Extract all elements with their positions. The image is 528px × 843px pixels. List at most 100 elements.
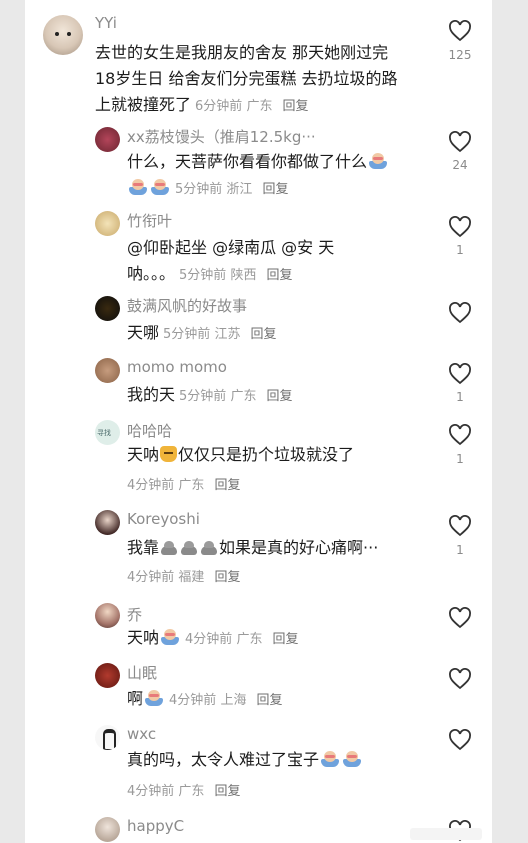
reply-button[interactable]: 回复 — [214, 478, 240, 493]
reply-item: 寻找 哈哈哈 天呐 仅仅只是扔个垃圾就没了 4分钟前 广东 回复 1 — [25, 415, 492, 505]
reply-button[interactable]: 回复 — [250, 327, 276, 342]
like-button[interactable] — [448, 363, 472, 385]
comment-text-part: 天呐 — [127, 445, 160, 464]
comment-meta: 5分钟前 浙江 回复 — [175, 182, 288, 197]
reply-item: 鼓满风帆的好故事 天哪 5分钟前 江苏 回复 — [25, 290, 492, 350]
comment-text-line-3: 上就被撞死了 — [95, 95, 192, 114]
reply-item: wxc 真的吗，太令人难过了宝子 4分钟前 广东 回复 — [25, 720, 492, 812]
location: 广东 — [230, 389, 257, 404]
avatar[interactable] — [43, 15, 83, 55]
heart-outline-icon — [449, 216, 471, 238]
location: 上海 — [220, 693, 247, 708]
avatar[interactable] — [95, 663, 120, 688]
reply-button[interactable]: 回复 — [262, 182, 288, 197]
comment-text-line: 天哪 — [127, 323, 160, 342]
comment-text-line: 什么，天菩萨你看看你都做了什么 — [127, 152, 368, 171]
heart-outline-icon — [449, 363, 471, 385]
username[interactable]: xx荔枝馒头（推肩12.5kg··· — [127, 126, 316, 147]
avatar[interactable] — [95, 211, 120, 236]
like-button[interactable] — [448, 424, 472, 446]
location: 广东 — [178, 784, 205, 799]
crying-face-emoji — [128, 179, 148, 195]
crying-face-emoji — [150, 179, 170, 195]
crying-face-emoji — [342, 751, 362, 767]
like-count: 1 — [456, 543, 464, 557]
comment-text-line: 去世的女生是我朋友的舍友 那天她刚过完 — [95, 43, 389, 62]
avatar[interactable] — [95, 510, 120, 535]
heart-outline-icon — [449, 515, 471, 537]
comment-text-line: 天呐 — [127, 628, 160, 647]
heart-outline-icon — [449, 607, 471, 629]
like-button[interactable] — [448, 216, 472, 238]
comment-item: YYi 去世的女生是我朋友的舍友 那天她刚过完 18岁生日 给舍友们分完蛋糕 去… — [25, 0, 492, 120]
like-button[interactable] — [448, 302, 472, 324]
username[interactable]: 哈哈哈 — [127, 420, 172, 441]
timestamp: 4分钟前 — [127, 478, 175, 493]
like-button[interactable] — [448, 607, 472, 629]
comment-meta: 6分钟前 广东 回复 — [195, 99, 308, 114]
avatar[interactable] — [95, 725, 120, 750]
timestamp: 5分钟前 — [179, 268, 227, 283]
timestamp: 4分钟前 — [127, 570, 175, 585]
comment-text-line: 真的吗，太令人难过了宝子 — [127, 750, 320, 769]
like-button[interactable] — [448, 20, 472, 42]
like-button[interactable] — [448, 668, 472, 690]
comment-text-line: 我的天 — [127, 385, 176, 404]
reply-button[interactable]: 回复 — [282, 99, 308, 114]
like-button[interactable] — [448, 515, 472, 537]
like-button[interactable] — [448, 729, 472, 751]
username[interactable]: 乔 — [127, 604, 142, 625]
location: 广东 — [178, 478, 205, 493]
username[interactable]: happyC — [127, 817, 184, 835]
username[interactable]: YYi — [95, 14, 117, 32]
like-count: 1 — [456, 452, 464, 466]
username[interactable]: 山眠 — [127, 662, 157, 683]
heart-outline-icon — [449, 729, 471, 751]
avatar[interactable] — [95, 817, 120, 842]
avatar[interactable] — [95, 603, 120, 628]
comment-text: @仰卧起坐 @绿南瓜 @安 天 呐。。。 5分钟前 陕西 回复 — [127, 235, 334, 289]
comment-text: 我的天 5分钟前 广东 回复 — [127, 382, 292, 410]
heart-outline-icon — [449, 668, 471, 690]
reply-item: 山眠 啊 4分钟前 上海 回复 — [25, 658, 492, 720]
timestamp: 4分钟前 — [185, 632, 233, 647]
comment-text-line: 呐。。。 — [127, 264, 176, 283]
background-margin — [492, 0, 528, 843]
avatar[interactable] — [95, 296, 120, 321]
username[interactable]: momo momo — [127, 358, 227, 376]
poop-emoji — [160, 539, 178, 555]
avatar[interactable]: 寻找 — [95, 420, 120, 445]
avatar[interactable] — [95, 127, 120, 152]
reply-button[interactable]: 回复 — [266, 389, 292, 404]
timestamp: 6分钟前 — [195, 99, 243, 114]
like-button[interactable] — [448, 131, 472, 153]
timestamp: 5分钟前 — [175, 182, 223, 197]
reply-item: Koreyoshi 我靠 如果是真的好心痛啊··· 4分钟前 福建 回复 1 — [25, 505, 492, 600]
heart-outline-icon — [449, 424, 471, 446]
username[interactable]: 竹衔叶 — [127, 210, 172, 231]
comment-meta: 5分钟前 江苏 回复 — [163, 327, 276, 342]
comment-panel: YYi 去世的女生是我朋友的舍友 那天她刚过完 18岁生日 给舍友们分完蛋糕 去… — [25, 0, 492, 843]
comment-meta: 5分钟前 陕西 回复 — [179, 268, 292, 283]
avatar[interactable] — [95, 358, 120, 383]
heart-outline-icon — [449, 131, 471, 153]
username[interactable]: wxc — [127, 725, 156, 743]
username[interactable]: Koreyoshi — [127, 510, 200, 528]
crying-face-emoji — [368, 153, 388, 169]
comment-text: 天哪 5分钟前 江苏 回复 — [127, 320, 276, 348]
location: 陕西 — [230, 268, 257, 283]
username[interactable]: 鼓满风帆的好故事 — [127, 295, 247, 316]
crying-face-emoji — [320, 751, 340, 767]
location: 广东 — [236, 632, 263, 647]
reply-item: 乔 天呐 4分钟前 广东 回复 — [25, 600, 492, 658]
reply-button[interactable]: 回复 — [214, 784, 240, 799]
location: 福建 — [178, 570, 205, 585]
comment-meta: 4分钟前 福建 回复 — [127, 566, 240, 585]
comment-text: 去世的女生是我朋友的舍友 那天她刚过完 18岁生日 给舍友们分完蛋糕 去扔垃圾的… — [95, 40, 398, 120]
comment-text: 啊 4分钟前 上海 回复 — [127, 686, 282, 714]
reply-button[interactable]: 回复 — [256, 693, 282, 708]
reply-button[interactable]: 回复 — [272, 632, 298, 647]
reply-button[interactable]: 回复 — [266, 268, 292, 283]
avatar-label: 寻找 — [97, 429, 111, 437]
reply-button[interactable]: 回复 — [214, 570, 240, 585]
